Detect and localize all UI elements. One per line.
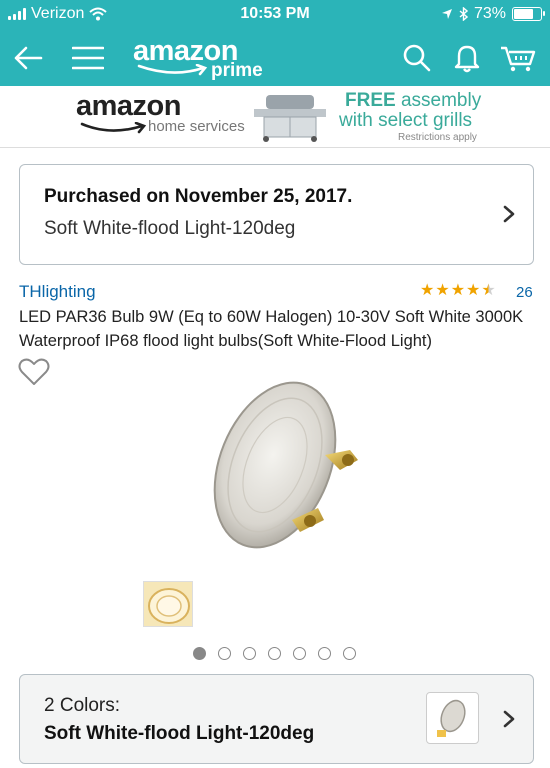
promo-line1-rest: assembly	[395, 90, 482, 111]
carousel-dot[interactable]	[243, 647, 256, 660]
back-arrow-icon[interactable]	[8, 38, 48, 78]
menu-icon[interactable]	[68, 38, 108, 78]
carousel-dot[interactable]	[343, 647, 356, 660]
logo-smile	[137, 64, 208, 76]
carousel-dot[interactable]	[318, 647, 331, 660]
battery-icon	[512, 7, 545, 21]
carousel-dot[interactable]	[193, 647, 206, 660]
brand-link[interactable]: THlighting	[19, 282, 96, 302]
product-title: LED PAR36 Bulb 9W (Eq to 60W Halogen) 10…	[19, 308, 524, 350]
image-thumbnail[interactable]	[143, 581, 193, 627]
purchase-variant: Soft White-flood Light-120deg	[44, 218, 296, 239]
banner-brand-sub: home services	[148, 118, 245, 135]
star-icon: ★	[435, 282, 450, 299]
bluetooth-icon	[459, 7, 468, 21]
image-carousel-indicator[interactable]	[193, 647, 356, 660]
star-icon: ★	[450, 282, 466, 299]
colors-count-label: 2 Colors:	[44, 695, 121, 716]
purchase-history-card[interactable]: Purchased on November 25, 2017. Soft Whi…	[19, 164, 534, 265]
carousel-dot[interactable]	[293, 647, 306, 660]
chevron-right-icon	[503, 710, 515, 728]
battery-percent: 73%	[473, 5, 506, 22]
product-image[interactable]	[200, 380, 370, 555]
amazon-prime-logo[interactable]: amazon prime	[133, 34, 263, 81]
cart-icon[interactable]	[498, 38, 538, 78]
status-right: 73%	[441, 5, 545, 23]
logo-sub: prime	[211, 60, 263, 81]
carousel-dot[interactable]	[218, 647, 231, 660]
bell-icon[interactable]	[447, 38, 487, 78]
grill-image	[254, 95, 326, 142]
star-rating[interactable]: ★ ★ ★ ★ ★	[420, 283, 496, 299]
promo-restriction: Restrictions apply	[398, 132, 477, 143]
promo-line2: with select grills	[339, 110, 473, 131]
color-selector[interactable]: 2 Colors: Soft White-flood Light-120deg	[19, 674, 534, 764]
color-swatch[interactable]	[426, 692, 479, 744]
home-services-banner[interactable]: amazon home services FREE assembly with …	[0, 86, 550, 148]
location-arrow-icon	[441, 9, 452, 19]
heart-icon[interactable]	[18, 358, 50, 386]
promo-line1: FREE assembly	[345, 90, 481, 112]
review-count[interactable]: 26	[516, 284, 533, 301]
selected-color: Soft White-flood Light-120deg	[44, 723, 315, 744]
star-icon: ★	[466, 282, 481, 299]
purchase-date-title: Purchased on November 25, 2017.	[44, 186, 353, 207]
star-icon: ★	[481, 282, 496, 299]
carousel-dot[interactable]	[268, 647, 281, 660]
promo-free: FREE	[345, 90, 396, 111]
search-icon[interactable]	[397, 38, 437, 78]
banner-smile-logo	[80, 122, 147, 134]
status-bar: Verizon 10:53 PM 73%	[0, 0, 550, 30]
chevron-right-icon	[503, 205, 515, 223]
nav-bar: amazon prime	[0, 30, 550, 86]
star-icon: ★	[420, 282, 435, 299]
